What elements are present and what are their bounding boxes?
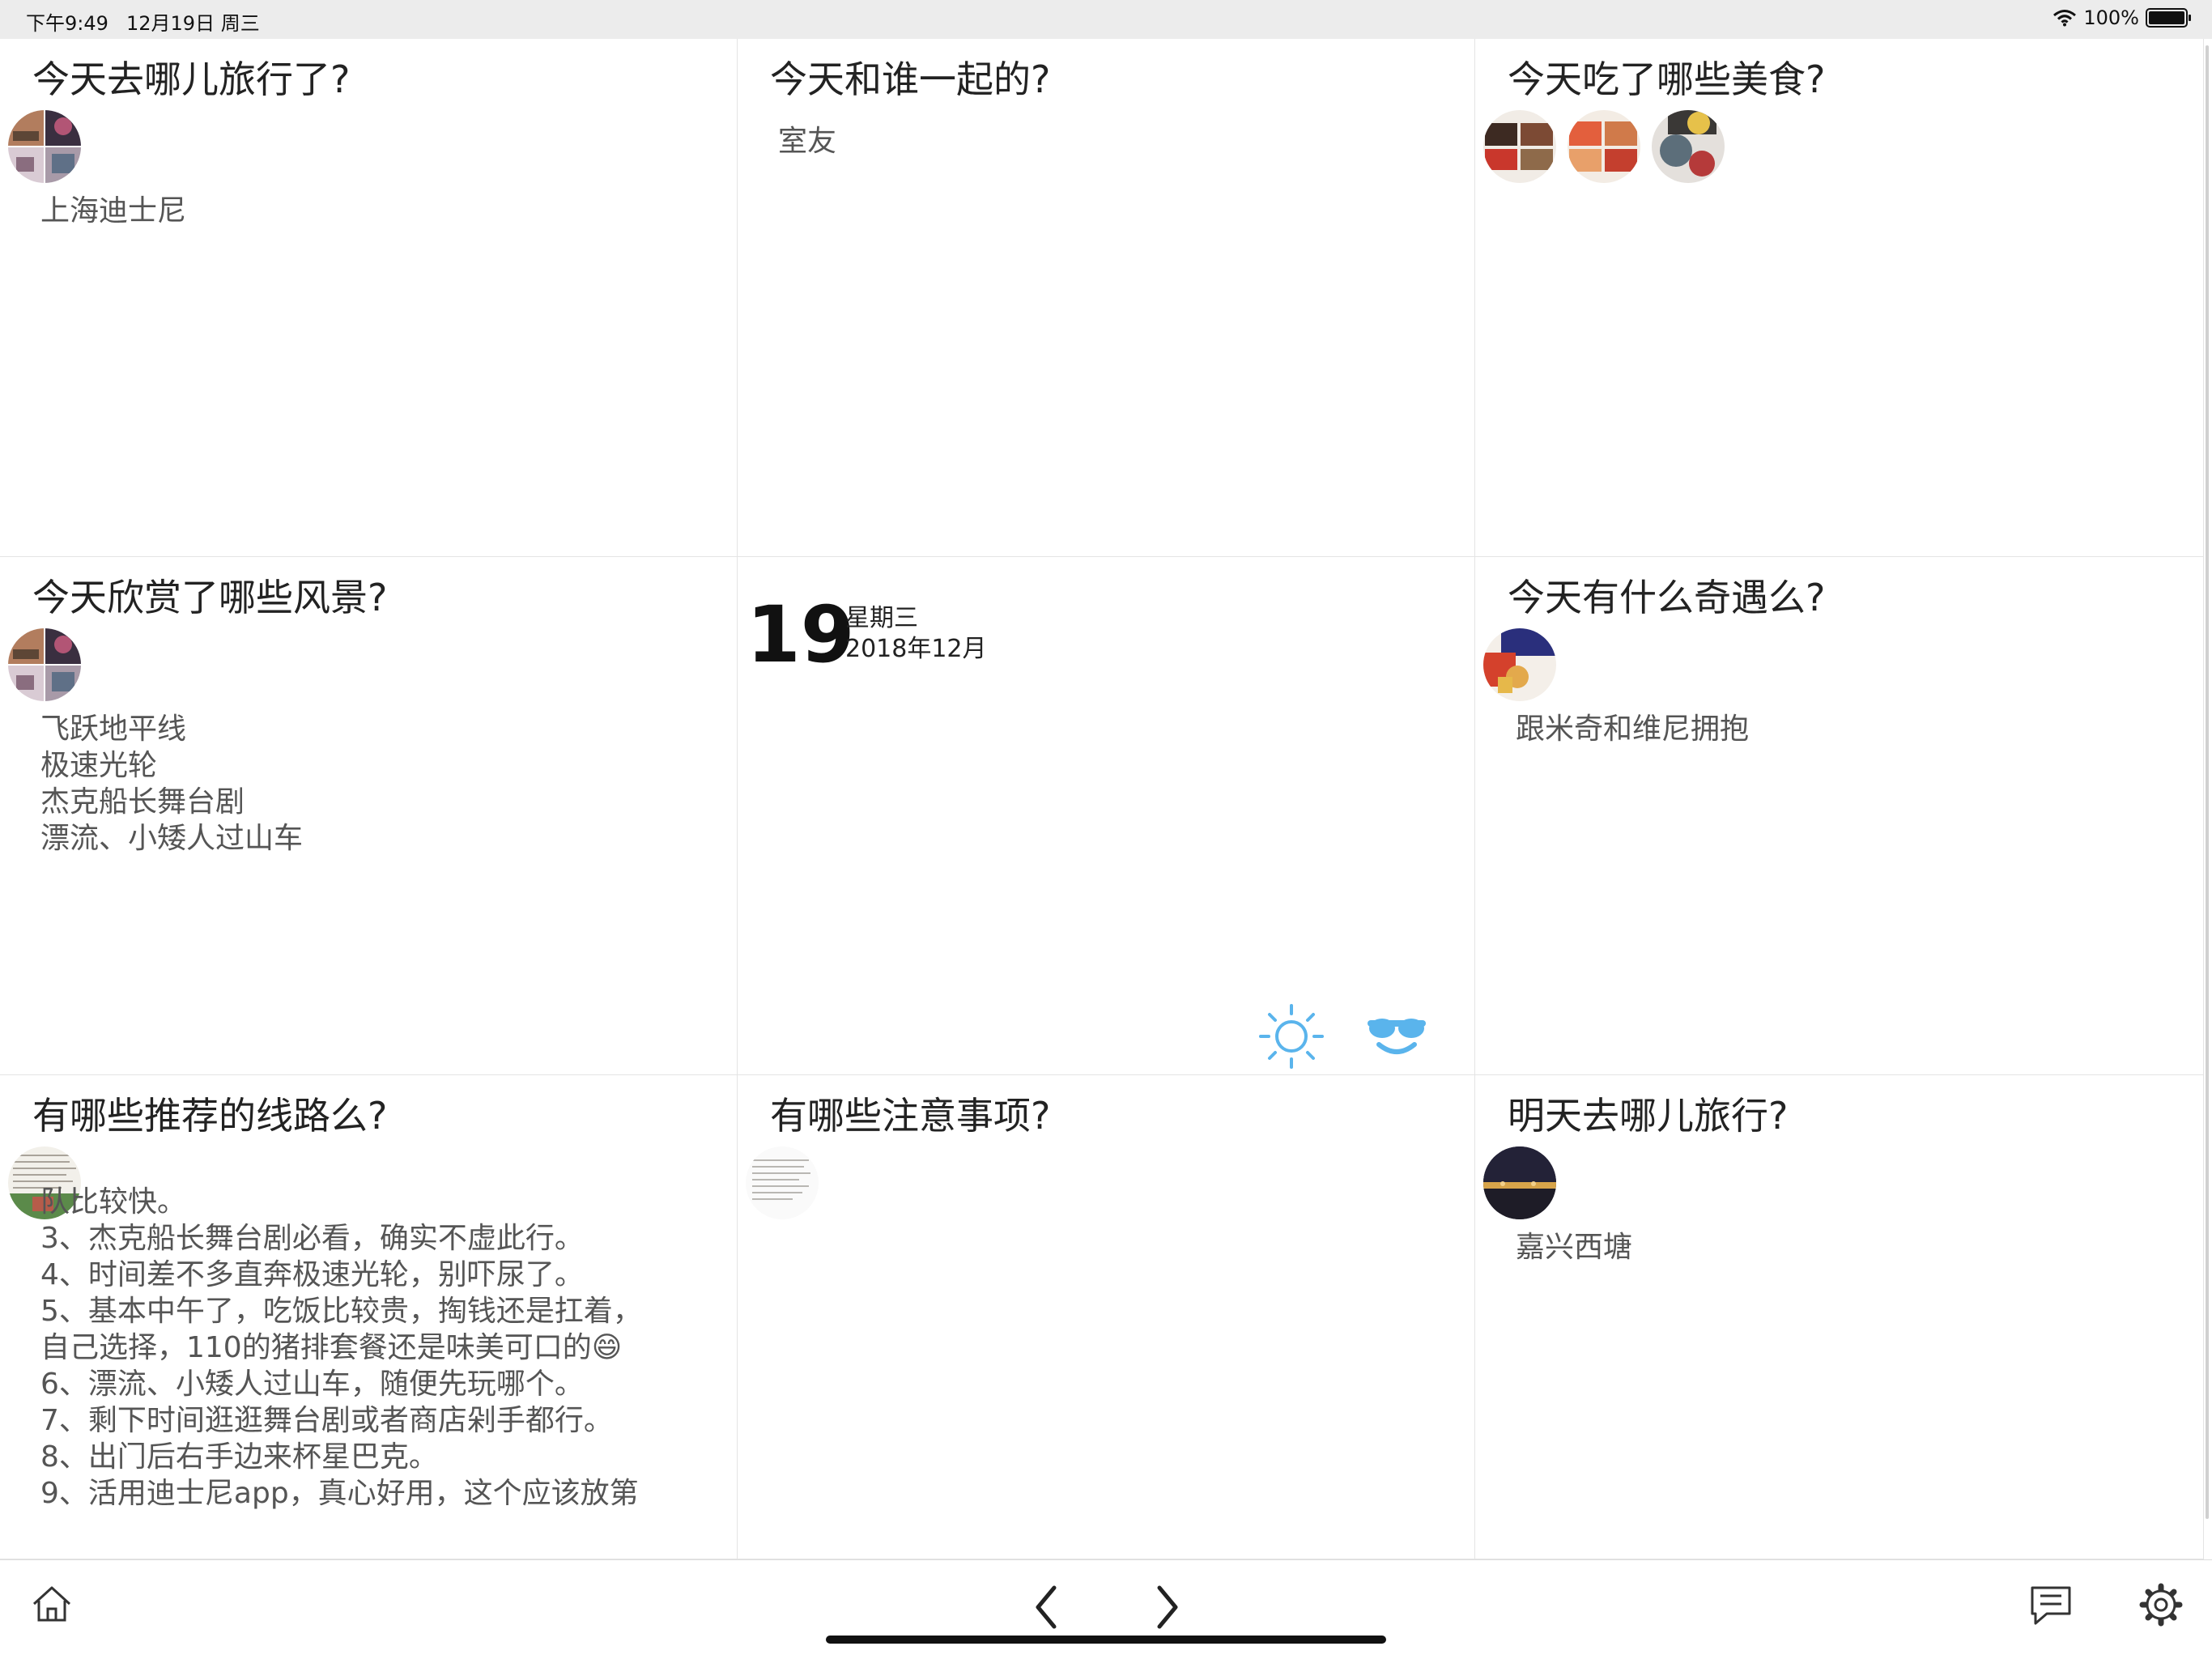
card-answer: 嘉兴西塘 [1516, 1231, 1633, 1264]
gear-icon[interactable] [2138, 1581, 2184, 1628]
bottom-toolbar [0, 1559, 2212, 1659]
photo-thumbnail[interactable] [1483, 1146, 1556, 1219]
photo-thumbnails [746, 1146, 819, 1219]
chevron-left-icon[interactable] [1030, 1585, 1062, 1630]
card-answer: 上海迪士尼 [40, 194, 187, 228]
card-question: 有哪些推荐的线路么? [32, 1094, 388, 1138]
scrollbar[interactable] [2206, 45, 2209, 1519]
card-notes[interactable]: 有哪些注意事项? [738, 1075, 1475, 1559]
photo-thumbnails [1483, 110, 1725, 183]
photo-thumbnails [1483, 628, 1556, 701]
photo-thumbnail[interactable] [746, 1146, 819, 1219]
battery-icon [2146, 8, 2191, 28]
status-time: 下午9:49 [26, 12, 108, 35]
card-question: 今天欣赏了哪些风景? [32, 576, 388, 619]
card-travel-today[interactable]: 今天去哪儿旅行了? 上海迪士尼 [0, 39, 738, 557]
photo-thumbnail[interactable] [8, 110, 81, 183]
card-question: 有哪些注意事项? [770, 1094, 1051, 1138]
photo-thumbnail[interactable] [1483, 110, 1556, 183]
card-travel-tomorrow[interactable]: 明天去哪儿旅行? 嘉兴西塘 [1475, 1075, 2204, 1559]
card-question: 今天和谁一起的? [770, 57, 1051, 101]
date-day: 19 [747, 589, 855, 680]
photo-thumbnails [8, 628, 81, 701]
photo-thumbnail[interactable] [1483, 628, 1556, 701]
card-encounter[interactable]: 今天有什么奇遇么? 跟米奇和维尼拥抱 [1475, 557, 2204, 1075]
photo-thumbnails [1483, 1146, 1556, 1219]
status-bar: 下午9:49 12月19日 周三 100% [0, 0, 2212, 39]
chevron-right-icon[interactable] [1151, 1585, 1184, 1630]
photo-thumbnail[interactable] [8, 628, 81, 701]
wifi-icon [2053, 10, 2077, 27]
card-question: 今天有什么奇遇么? [1508, 576, 1826, 619]
photo-thumbnail[interactable] [1568, 110, 1640, 183]
card-question: 今天去哪儿旅行了? [32, 57, 351, 101]
card-question: 今天吃了哪些美食? [1508, 57, 1826, 101]
card-answer: 飞跃地平线 极速光轮 杰克船长舞台剧 漂流、小矮人过山车 [40, 713, 304, 855]
card-food[interactable]: 今天吃了哪些美食? [1475, 39, 2204, 557]
message-icon[interactable] [2029, 1583, 2073, 1627]
card-question: 明天去哪儿旅行? [1508, 1094, 1789, 1138]
sun-icon[interactable] [1256, 1001, 1327, 1072]
photo-thumbnail[interactable] [1652, 110, 1725, 183]
card-answer: 跟米奇和维尼拥抱 [1516, 713, 1750, 746]
card-scenery[interactable]: 今天欣赏了哪些风景? 飞跃地平线 极速光轮 杰克船长舞台剧 漂流、小矮人过山车 [0, 557, 738, 1075]
card-companion[interactable]: 今天和谁一起的? 室友 [738, 39, 1475, 557]
routes-answer: 队比较快。 3、杰克船长舞台剧必看，确实不虚此行。 4、时间差不多直奔极速光轮，… [40, 1185, 642, 1510]
date-year-month: 2018年12月 [845, 635, 987, 663]
status-right: 100% [2052, 6, 2191, 29]
battery-percent: 100% [2083, 6, 2139, 29]
home-icon[interactable] [31, 1583, 73, 1625]
home-indicator[interactable] [826, 1636, 1386, 1644]
status-date: 12月19日 周三 [126, 12, 260, 35]
photo-thumbnails [8, 110, 81, 183]
sunglasses-smile-icon[interactable] [1364, 1012, 1429, 1061]
card-answer: 室友 [778, 125, 837, 158]
